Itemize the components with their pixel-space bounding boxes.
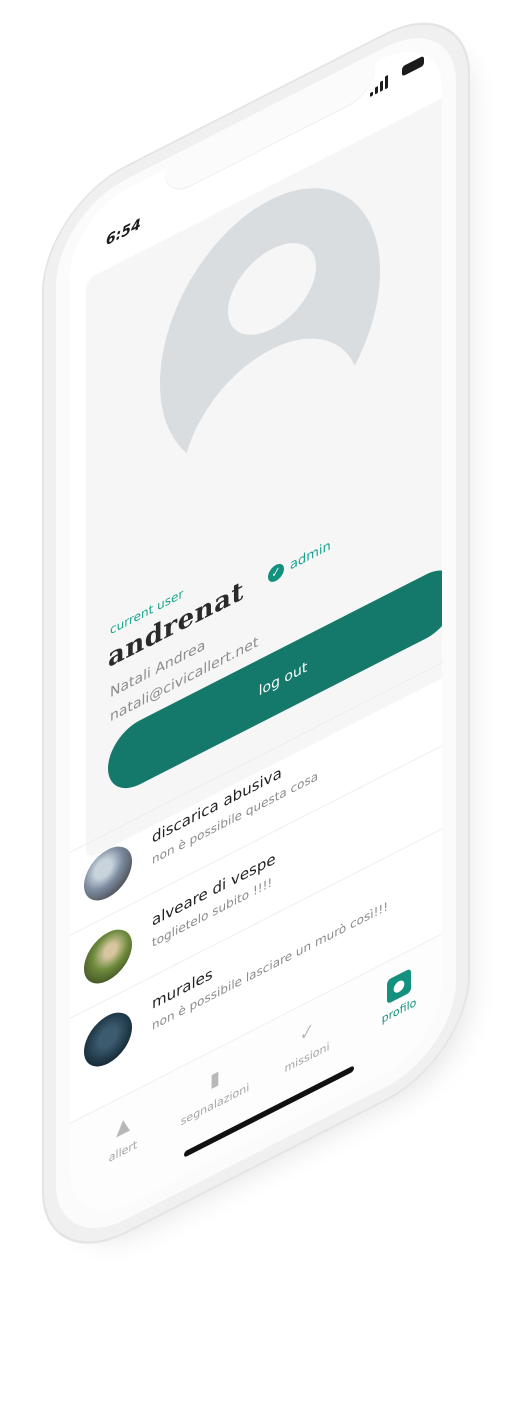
role-label: admin [290, 537, 331, 574]
avatar[interactable] [160, 143, 380, 512]
app-screen: 6:54 current user andrenat ✓ admin Natal… [70, 28, 442, 1234]
verified-icon: ✓ [268, 560, 284, 585]
nav-allert[interactable]: ▲ allert [80, 1093, 166, 1180]
report-thumbnail [84, 920, 132, 993]
phone-frame: 6:54 current user andrenat ✓ admin Natal… [56, 11, 456, 1256]
status-time: 6:54 [106, 215, 141, 250]
avatar-body-shape [182, 304, 360, 512]
nav-profilo[interactable]: ● profilo [356, 952, 442, 1039]
report-thumbnail [84, 837, 132, 910]
report-thumbnail [84, 1003, 132, 1076]
battery-icon [402, 55, 424, 77]
stage: 6:54 current user andrenat ✓ admin Natal… [0, 0, 523, 1412]
role-badge: ✓ admin [268, 537, 331, 585]
avatar-head-shape [228, 226, 316, 352]
